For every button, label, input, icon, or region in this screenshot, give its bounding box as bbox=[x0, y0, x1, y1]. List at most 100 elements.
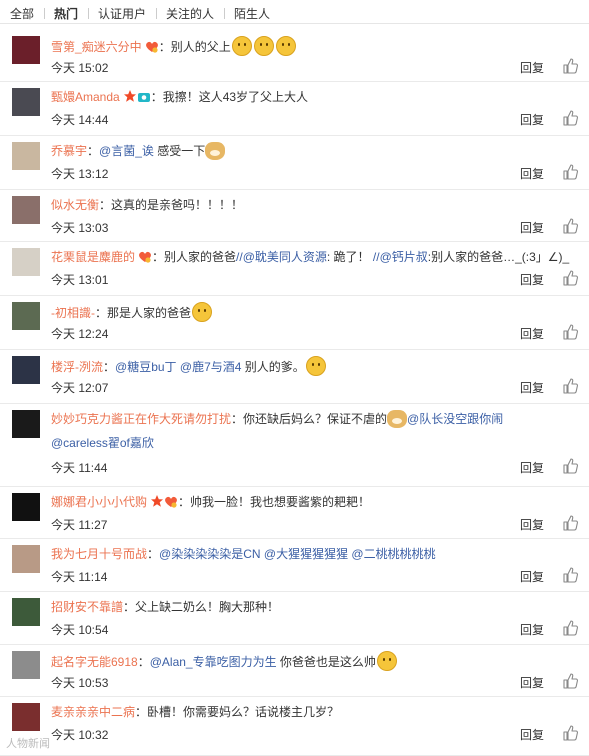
mention-link[interactable]: @大猩猩猩猩猩 bbox=[264, 547, 348, 561]
comment-line: 我为七月十号而战：@染染染染染是CN @大猩猩猩猩猩 @二桃桃桃桃桃 bbox=[51, 545, 436, 562]
thumbs-up-icon[interactable] bbox=[562, 567, 578, 583]
username-link[interactable]: 楼浮-洌流 bbox=[51, 360, 103, 374]
comment-line: 乔慕宇：@言菌_诶 感受一下 bbox=[51, 142, 226, 160]
vip-heart-icon bbox=[145, 40, 159, 54]
comment-item: 娜娜君小小小代购 ：帅我一脸！我也想要酱紫的耙耙！ 今天 11:27 回复 bbox=[0, 487, 589, 539]
grin-icon bbox=[253, 36, 274, 56]
filter-tabs: 全部 热门 认证用户 关注的人 陌生人 bbox=[0, 0, 589, 24]
laugh-icon bbox=[192, 302, 213, 322]
comment-item: 花栗鼠是麋鹿的 ：别人家的爸爸//@耽美同人资源: 跪了！ //@钙片叔:别人家的… bbox=[0, 242, 589, 296]
reply-button[interactable]: 回复 bbox=[520, 325, 544, 342]
thumbs-up-icon[interactable] bbox=[562, 110, 578, 126]
timestamp: 今天 13:03 bbox=[51, 221, 109, 235]
avatar[interactable] bbox=[12, 410, 40, 438]
mention-link[interactable]: //@耽美同人资源 bbox=[236, 250, 327, 264]
mention-link[interactable]: //@钙片叔 bbox=[373, 250, 428, 264]
reply-button[interactable]: 回复 bbox=[520, 111, 544, 128]
thumbs-up-icon[interactable] bbox=[562, 324, 578, 340]
dog-icon bbox=[387, 410, 408, 428]
mention-link[interactable]: @careless翟of嘉欣 bbox=[51, 436, 154, 450]
reply-button[interactable]: 回复 bbox=[520, 379, 544, 396]
timestamp: 今天 13:12 bbox=[51, 167, 109, 181]
timestamp: 今天 12:07 bbox=[51, 381, 109, 395]
comment-line: 起名字无能6918：@Alan_专靠吃图力为生 你爸爸也是这么帅 bbox=[51, 651, 398, 671]
username-link[interactable]: 起名字无能6918 bbox=[51, 655, 138, 669]
reply-button[interactable]: 回复 bbox=[520, 621, 544, 638]
dog-icon bbox=[205, 142, 226, 160]
avatar[interactable] bbox=[12, 356, 40, 384]
avatar[interactable] bbox=[12, 651, 40, 679]
tab-all[interactable]: 全部 bbox=[10, 5, 34, 22]
thumbs-up-icon[interactable] bbox=[562, 270, 578, 286]
username-link[interactable]: 花栗鼠是麋鹿的 bbox=[51, 250, 135, 264]
thumbs-up-icon[interactable] bbox=[562, 218, 578, 234]
timestamp: 今天 14:44 bbox=[51, 113, 109, 127]
username-link[interactable]: 乔慕宇 bbox=[51, 144, 87, 158]
comment-text: ：我擦！这人43岁了父上大人 bbox=[150, 90, 309, 104]
mention-link[interactable]: @Alan_专靠吃图力为生 bbox=[150, 655, 277, 669]
mention-link[interactable]: @染染染染染是CN bbox=[159, 547, 261, 561]
thumbs-up-icon[interactable] bbox=[562, 58, 578, 74]
avatar[interactable] bbox=[12, 248, 40, 276]
comment-text: ：卧槽！你需要妈么？话说楼主几岁？ bbox=[135, 705, 340, 719]
avatar[interactable] bbox=[12, 36, 40, 64]
reply-button[interactable]: 回复 bbox=[520, 459, 544, 476]
comment-item: 招财安不靠譜：父上缺二奶么！胸大那种！ 今天 10:54 回复 bbox=[0, 592, 589, 645]
avatar[interactable] bbox=[12, 302, 40, 330]
avatar[interactable] bbox=[12, 196, 40, 224]
username-link[interactable]: 妙妙巧克力酱正在作大死请勿打扰 bbox=[51, 412, 231, 426]
reply-button[interactable]: 回复 bbox=[520, 271, 544, 288]
comment-line: @careless翟of嘉欣 bbox=[51, 434, 154, 451]
mention-link[interactable]: @鹿7与酒4 bbox=[180, 360, 242, 374]
comment-line: 似水无衡：这真的是亲爸吗！！！！ bbox=[51, 196, 243, 213]
thumbs-up-icon[interactable] bbox=[562, 458, 578, 474]
reply-button[interactable]: 回复 bbox=[520, 568, 544, 585]
tab-verified[interactable]: 认证用户 bbox=[98, 5, 146, 22]
username-link[interactable]: 雪第_痴迷六分中 bbox=[51, 40, 142, 54]
reply-button[interactable]: 回复 bbox=[520, 674, 544, 691]
reply-button[interactable]: 回复 bbox=[520, 516, 544, 533]
tab-following[interactable]: 关注的人 bbox=[166, 5, 214, 22]
mention-link[interactable]: @队长没空跟你闹 bbox=[407, 412, 503, 426]
comment-text: ：这真的是亲爸吗！！！！ bbox=[99, 198, 244, 212]
username-link[interactable]: -初相識- bbox=[51, 306, 95, 320]
comment-text: ：你还缺后妈么？保证不虐的 bbox=[231, 412, 388, 426]
thumbs-up-icon[interactable] bbox=[562, 515, 578, 531]
mention-link[interactable]: @糖豆bu丁 bbox=[115, 360, 177, 374]
avatar[interactable] bbox=[12, 88, 40, 116]
comment-line: 娜娜君小小小代购 ：帅我一脸！我也想要酱紫的耙耙！ bbox=[51, 493, 370, 510]
reply-button[interactable]: 回复 bbox=[520, 165, 544, 182]
avatar[interactable] bbox=[12, 598, 40, 626]
avatar[interactable] bbox=[12, 142, 40, 170]
timestamp: 今天 11:27 bbox=[51, 518, 108, 532]
comment-line: 招财安不靠譜：父上缺二奶么！胸大那种！ bbox=[51, 598, 279, 615]
avatar[interactable] bbox=[12, 545, 40, 573]
comment-line: 麦亲亲亲中二病：卧槽！你需要妈么？话说楼主几岁？ bbox=[51, 703, 339, 720]
reply-button[interactable]: 回复 bbox=[520, 59, 544, 76]
username-link[interactable]: 我为七月十号而战 bbox=[51, 547, 147, 561]
comment-text: ：父上缺二奶么！胸大那种！ bbox=[123, 600, 280, 614]
thumbs-up-icon[interactable] bbox=[562, 378, 578, 394]
username-link[interactable]: 招财安不靠譜 bbox=[51, 600, 123, 614]
avatar[interactable] bbox=[12, 703, 40, 731]
tab-hot[interactable]: 热门 bbox=[54, 5, 78, 22]
timestamp: 今天 13:01 bbox=[51, 273, 109, 287]
username-link[interactable]: 麦亲亲亲中二病 bbox=[51, 705, 135, 719]
avatar[interactable] bbox=[12, 493, 40, 521]
username-link[interactable]: 娜娜君小小小代购 bbox=[51, 495, 147, 509]
username-link[interactable]: 甄嬛Amanda bbox=[51, 90, 120, 104]
mention-link[interactable]: @二桃桃桃桃桃 bbox=[351, 547, 435, 561]
comment-text: ： bbox=[87, 144, 100, 158]
thumbs-up-icon[interactable] bbox=[562, 620, 578, 636]
username-link[interactable]: 似水无衡 bbox=[51, 198, 99, 212]
thumbs-up-icon[interactable] bbox=[562, 673, 578, 689]
comment-text: :别人家的爸爸…_(:3」∠)_ bbox=[427, 250, 570, 264]
thumbs-up-icon[interactable] bbox=[562, 164, 578, 180]
reply-button[interactable]: 回复 bbox=[520, 726, 544, 743]
mention-link[interactable]: @言菌_诶 bbox=[99, 144, 154, 158]
comment-text: ： bbox=[103, 360, 116, 374]
timestamp: 今天 11:14 bbox=[51, 570, 108, 584]
tab-strangers[interactable]: 陌生人 bbox=[234, 5, 270, 22]
thumbs-up-icon[interactable] bbox=[562, 725, 578, 741]
reply-button[interactable]: 回复 bbox=[520, 219, 544, 236]
